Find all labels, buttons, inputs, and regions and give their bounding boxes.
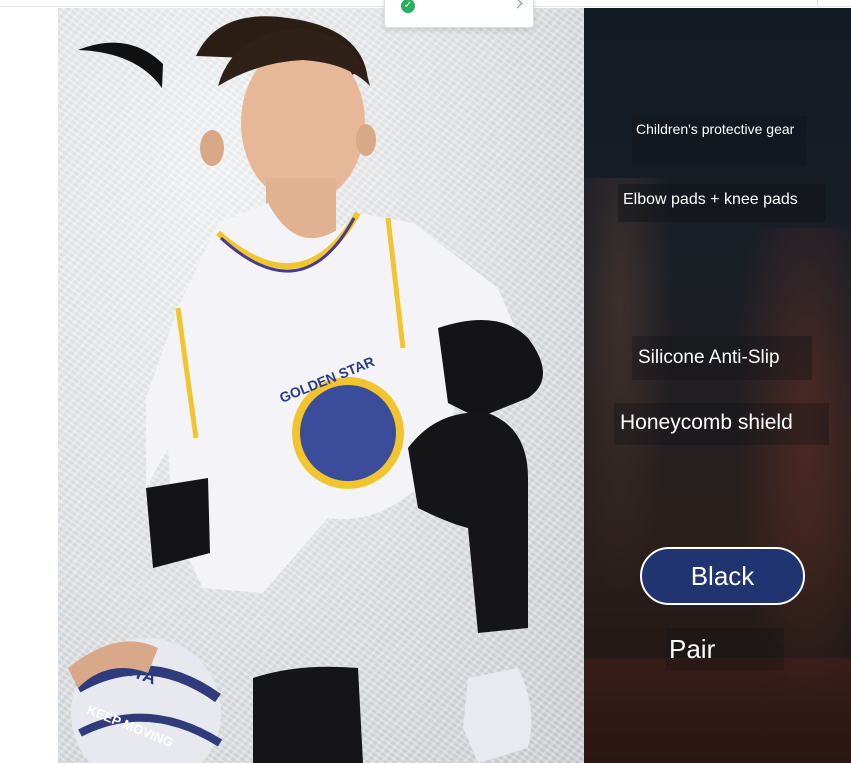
feature-title: Children's protective gear — [632, 116, 807, 166]
chevron-icon[interactable] — [512, 0, 523, 9]
feature-subtitle: Elbow pads + knee pads — [618, 184, 826, 222]
background-track — [584, 658, 851, 763]
anta-logo-icon — [78, 42, 163, 88]
top-tick — [817, 0, 818, 6]
toast-notification[interactable]: ✓ — [384, 0, 534, 28]
feature-shield: Honeycomb shield — [614, 403, 829, 445]
photo-illustration: GOLDEN STAR ANTA KEEP MOVING — [68, 16, 543, 763]
quantity-label: Pair — [666, 628, 784, 670]
check-icon: ✓ — [401, 0, 415, 13]
feature-anti-slip: Silicone Anti-Slip — [632, 336, 812, 380]
color-option-button[interactable]: Black — [640, 547, 805, 605]
background-figure — [584, 178, 674, 598]
product-photo: GOLDEN STAR ANTA KEEP MOVING — [58, 8, 584, 763]
